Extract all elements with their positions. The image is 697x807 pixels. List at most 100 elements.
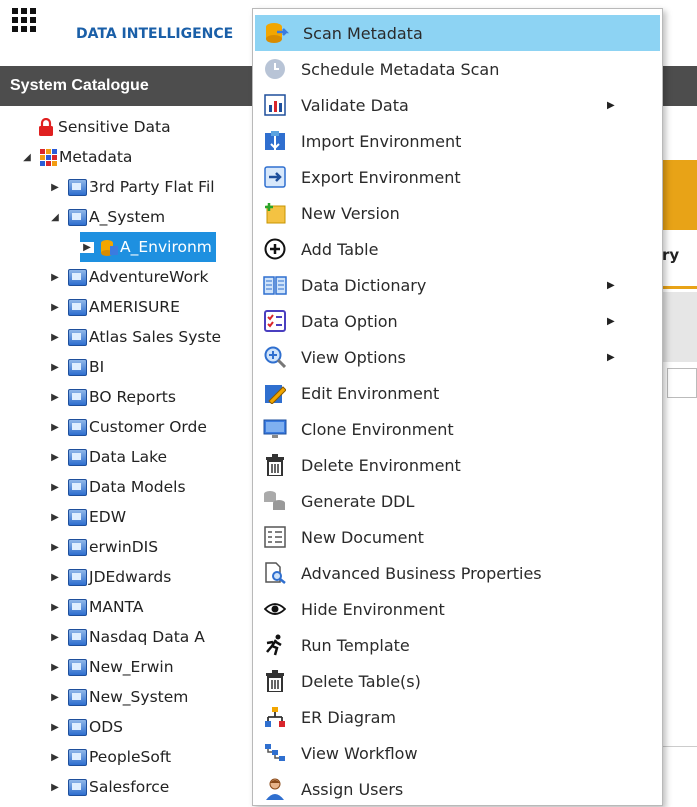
collapse-arrow-icon[interactable]: ◢ [20,152,34,163]
menu-item-er-diagram[interactable]: ER Diagram [253,699,662,735]
tree-item-system[interactable]: ▶ 3rd Party Flat Fil [48,172,214,202]
tree-item-system[interactable]: ▶ EDW [48,502,126,532]
tree-item-system[interactable]: ▶ ODS [48,712,123,742]
magnifier-icon [263,345,287,369]
tree-item-system[interactable]: ▶ Nasdaq Data A [48,622,205,652]
brand-title[interactable]: DATA INTELLIGENCE [76,26,233,42]
workflow-icon [263,741,287,765]
menu-item-new-version[interactable]: New Version [253,195,662,231]
system-icon [68,268,87,286]
pencil-icon [263,381,287,405]
expand-arrow-icon[interactable]: ▶ [48,572,62,583]
tree-item-system[interactable]: ▶ Data Models [48,472,185,502]
tree-item-system[interactable]: ▶ Customer Orde [48,412,207,442]
panel-title: System Catalogue [0,66,258,106]
menu-item-edit-environment[interactable]: Edit Environment [253,375,662,411]
scan-metadata-icon [265,21,289,45]
expand-arrow-icon[interactable]: ▶ [48,482,62,493]
database-icon [263,489,287,513]
tree-item-system[interactable]: ▶ New_System [48,682,188,712]
menu-item-label: Export Environment [301,167,461,187]
expand-arrow-icon[interactable]: ▶ [48,272,62,283]
menu-item-view-options[interactable]: View Options ▶ [253,339,662,375]
menu-item-data-dictionary[interactable]: Data Dictionary ▶ [253,267,662,303]
tree-item-system[interactable]: ▶ AdventureWork [48,262,208,292]
expand-arrow-icon[interactable]: ▶ [48,602,62,613]
menu-item-schedule-metadata-scan[interactable]: Schedule Metadata Scan [253,51,662,87]
expand-arrow-icon[interactable]: ▶ [48,302,62,313]
menu-item-clone-environment[interactable]: Clone Environment [253,411,662,447]
expand-arrow-icon[interactable]: ▶ [48,392,62,403]
menu-item-label: ER Diagram [301,707,397,727]
expand-arrow-icon[interactable]: ▶ [48,452,62,463]
expand-arrow-icon[interactable]: ▶ [48,362,62,373]
right-panel-tab[interactable]: ry [662,240,697,270]
menu-item-advanced-business-properties[interactable]: Advanced Business Properties [253,555,662,591]
collapse-arrow-icon[interactable]: ◢ [48,212,62,223]
menu-item-view-workflow[interactable]: View Workflow [253,735,662,771]
tree-item-system[interactable]: ▶ BO Reports [48,382,176,412]
tree-item-sensitive-data[interactable]: Sensitive Data [38,112,171,142]
menu-item-label: Assign Users [301,779,404,799]
expand-arrow-icon[interactable]: ▶ [48,422,62,433]
expand-arrow-icon[interactable]: ▶ [48,722,62,733]
system-icon [68,658,87,676]
expand-arrow-icon[interactable]: ▶ [48,692,62,703]
tree-item-label: Customer Orde [89,418,207,436]
tree-item-system[interactable]: ▶ PeopleSoft [48,742,171,772]
system-icon [68,328,87,346]
right-panel-input[interactable] [667,368,697,398]
tree-item-system[interactable]: ▶ Data Lake [48,442,167,472]
tree-item-label: A_Environm [120,238,212,256]
trash-icon [263,453,287,477]
system-icon [68,688,87,706]
tree-item-metadata[interactable]: ◢ Metadata [20,142,132,172]
expand-arrow-icon[interactable]: ▶ [48,752,62,763]
tree-item-system[interactable]: ▶ BI [48,352,104,382]
menu-item-hide-environment[interactable]: Hide Environment [253,591,662,627]
tree-item-environment-selected[interactable]: ▶ A_Environm [80,232,216,262]
tree-item-label: Metadata [59,148,133,166]
expand-arrow-icon[interactable]: ▶ [48,662,62,673]
menu-item-add-table[interactable]: Add Table [253,231,662,267]
tree-item-system[interactable]: ▶ JDEdwards [48,562,171,592]
metadata-grid-icon [40,148,57,166]
menu-item-label: Edit Environment [301,383,440,403]
submenu-arrow-icon: ▶ [607,315,615,327]
expand-arrow-icon[interactable]: ▶ [48,782,62,793]
menu-item-import-environment[interactable]: Import Environment [253,123,662,159]
tree-item-system[interactable]: ▶ MANTA [48,592,143,622]
tree-item-system[interactable]: ▶ New_Erwin [48,652,173,682]
expand-arrow-icon[interactable]: ▶ [48,332,62,343]
menu-item-delete-tables[interactable]: Delete Table(s) [253,663,662,699]
menu-item-run-template[interactable]: Run Template [253,627,662,663]
tree-item-label: Data Lake [89,448,168,466]
expand-arrow-icon[interactable]: ▶ [48,182,62,193]
expand-arrow-icon[interactable]: ▶ [48,542,62,553]
menu-item-new-document[interactable]: New Document [253,519,662,555]
menu-item-scan-metadata[interactable]: Scan Metadata [255,15,660,51]
expand-arrow-icon[interactable]: ▶ [48,632,62,643]
expand-arrow-icon[interactable]: ▶ [80,241,94,253]
menu-item-data-option[interactable]: Data Option ▶ [253,303,662,339]
tree-item-system[interactable]: ▶ erwinDIS [48,532,158,562]
menu-item-export-environment[interactable]: Export Environment [253,159,662,195]
tree-item-system[interactable]: ▶ Salesforce [48,772,169,802]
submenu-arrow-icon: ▶ [607,99,615,111]
menu-item-label: View Options [301,347,406,367]
menu-item-label: View Workflow [301,743,418,763]
tree-item-label: Sensitive Data [58,118,171,136]
right-panel-header [662,66,697,106]
expand-arrow-icon[interactable]: ▶ [48,512,62,523]
menu-item-assign-users[interactable]: Assign Users [253,771,662,807]
tree-item-system[interactable]: ▶ Atlas Sales Syste [48,322,221,352]
app-grid-icon[interactable] [12,8,36,32]
lock-icon [38,117,54,136]
menu-item-generate-ddl[interactable]: Generate DDL [253,483,662,519]
tree-item-system[interactable]: ◢ A_System [48,202,165,232]
tree-item-system[interactable]: ▶ AMERISURE [48,292,180,322]
menu-item-delete-environment[interactable]: Delete Environment [253,447,662,483]
menu-item-validate-data[interactable]: Validate Data ▶ [253,87,662,123]
system-icon [68,778,87,796]
doc-search-icon [263,561,287,585]
